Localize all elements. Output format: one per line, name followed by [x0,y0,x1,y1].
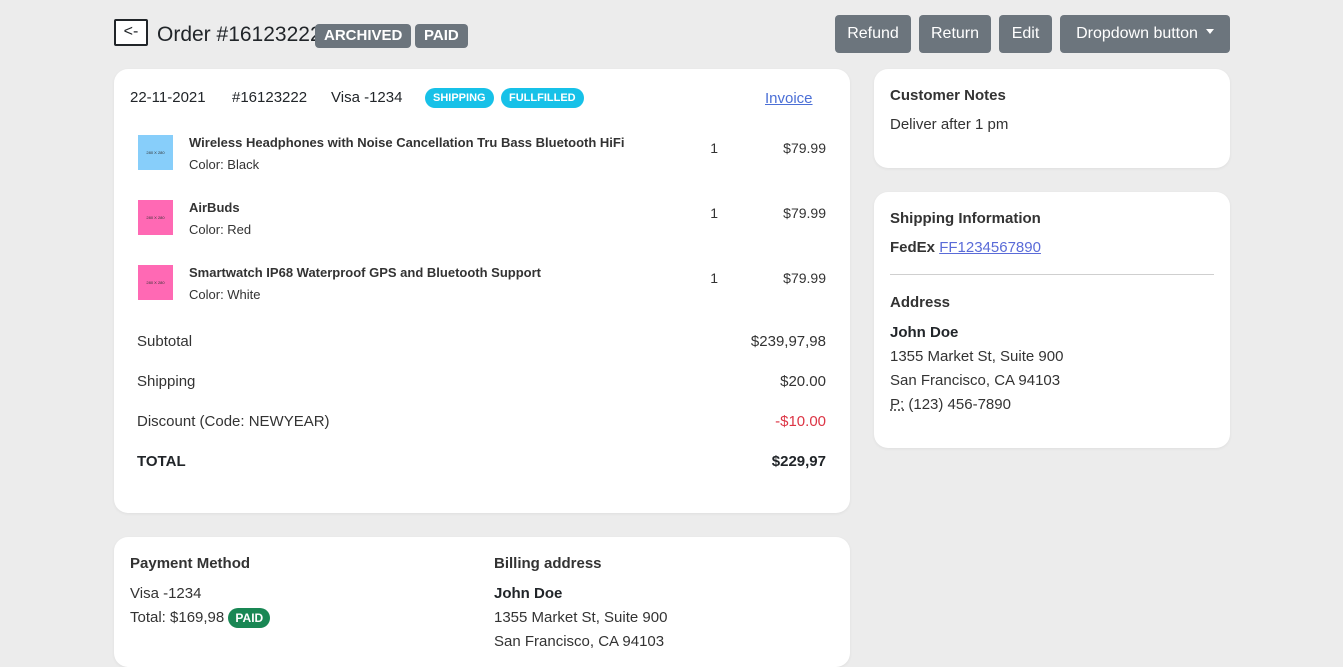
address-title: Address [890,294,951,311]
payment-method-value: Visa -1234 [130,585,202,602]
product-price: $79.99 [783,140,826,156]
payment-paid-badge: PAID [228,608,271,628]
shipping-status-pill: SHIPPING [425,88,494,108]
order-number: #16123222 [232,89,308,106]
address-phone: P: (123) 456-7890 [890,396,1011,413]
edit-button[interactable]: Edit [999,15,1052,53]
billing-line1: 1355 Market St, Suite 900 [494,609,668,626]
address-line2: San Francisco, CA 94103 [890,372,1061,389]
tracking-link[interactable]: FF1234567890 [939,239,1041,256]
shipping-value: $20.00 [780,373,826,390]
subtotal-value: $239,97,98 [750,333,826,350]
refund-button[interactable]: Refund [835,15,911,53]
billing-name: John Doe [494,585,563,602]
caret-down-icon [1205,29,1214,35]
product-quantity: 1 [710,205,718,221]
phone-number: (123) 456-7890 [908,396,1011,413]
payment-method-title: Payment Method [130,555,251,572]
page-title: Order #16123222 [157,23,322,46]
order-payment-method: Visa -1234 [331,89,403,106]
shipping-label: Shipping [137,373,196,390]
subtotal-label: Subtotal [137,333,193,350]
paid-badge: PAID [415,24,468,48]
back-button[interactable]: <- [114,19,148,46]
payment-total-row: Total: $169,98 PAID [130,608,271,628]
product-name: Smartwatch IP68 Waterproof GPS and Bluet… [189,265,541,280]
dropdown-button[interactable]: Dropdown button [1060,15,1230,53]
payment-total: Total: $169,98 [130,609,225,626]
product-thumbnail: 280 X 280 [138,265,173,300]
product-name: Wireless Headphones with Noise Cancellat… [189,135,625,150]
total-value: $229,97 [771,453,826,470]
billing-line2: San Francisco, CA 94103 [494,633,665,650]
discount-label: Discount (Code: NEWYEAR) [137,413,330,430]
fulfilled-status-pill: FULLFILLED [501,88,584,108]
product-thumbnail: 280 X 280 [138,135,173,170]
discount-value: -$10.00 [775,413,826,430]
dropdown-button-label: Dropdown button [1076,25,1198,42]
total-label: TOTAL [137,453,186,470]
product-quantity: 1 [710,270,718,286]
shipping-title: Shipping Information [890,210,1041,227]
customer-notes-title: Customer Notes [890,87,1006,104]
product-quantity: 1 [710,140,718,156]
billing-address-title: Billing address [494,555,602,572]
phone-prefix: P: [890,396,905,413]
divider [890,274,1214,275]
product-price: $79.99 [783,205,826,221]
address-line1: 1355 Market St, Suite 900 [890,348,1064,365]
order-date: 22-11-2021 [130,89,206,106]
archived-badge: ARCHIVED [315,24,412,48]
product-variant: Color: Black [189,157,260,172]
invoice-link[interactable]: Invoice [765,90,813,107]
product-price: $79.99 [783,270,826,286]
product-name: AirBuds [189,200,240,215]
carrier-name: FedEx [890,239,936,256]
return-button[interactable]: Return [919,15,991,53]
product-variant: Color: White [189,287,261,302]
product-thumbnail: 280 X 280 [138,200,173,235]
product-variant: Color: Red [189,222,252,237]
tracking-row: FedEx FF1234567890 [890,239,1041,256]
customer-notes-text: Deliver after 1 pm [890,116,1009,133]
address-name: John Doe [890,324,959,341]
